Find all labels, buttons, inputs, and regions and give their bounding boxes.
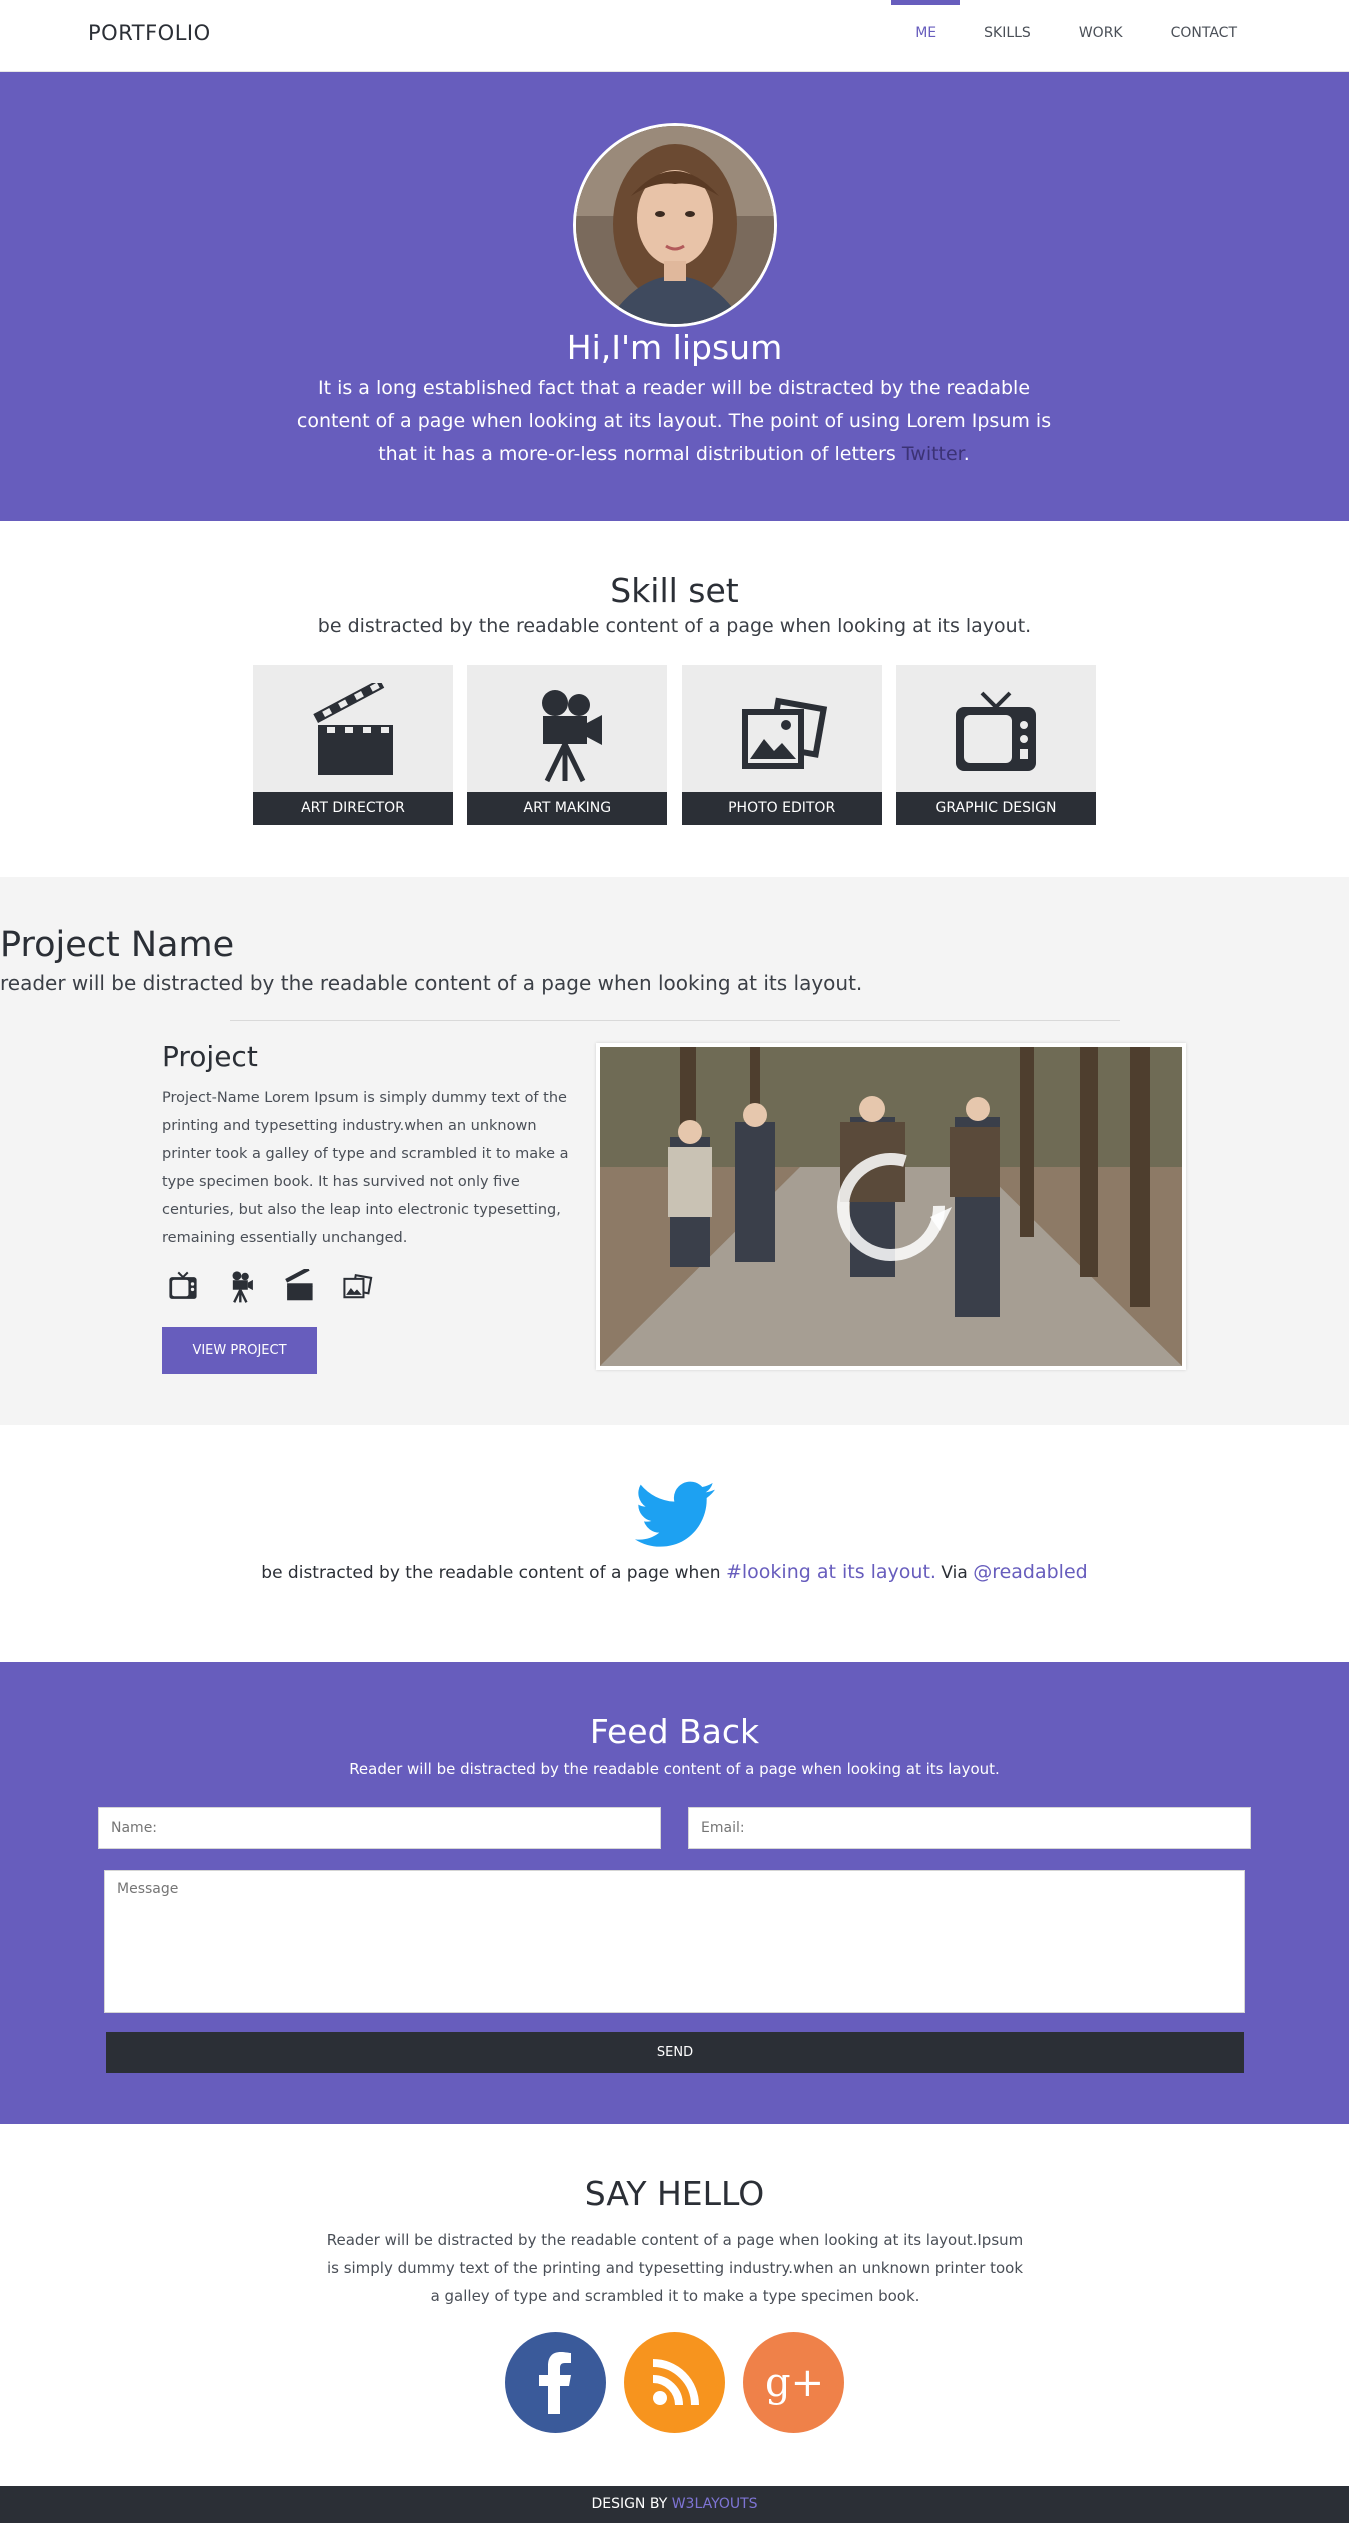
rss-icon[interactable] [624, 2332, 725, 2433]
project-subtitle: reader will be distracted by the readabl… [0, 971, 863, 995]
clapperboard-icon [282, 1267, 316, 1303]
hero-section: Hi,I'm lipsum It is a long established f… [0, 72, 1349, 521]
brand-logo[interactable]: PORTFOLIO [88, 21, 211, 45]
skill-label: PHOTO EDITOR [681, 792, 882, 825]
tweet-body: be distracted by the readable content of… [261, 1563, 726, 1583]
top-navbar: PORTFOLIO ME SKILLS WORK CONTACT [0, 0, 1349, 72]
twitter-bird-icon[interactable] [635, 1480, 715, 1550]
tweet-via: Via [935, 1563, 974, 1583]
skill-card-photo-editor[interactable]: PHOTO EDITOR [681, 665, 882, 825]
nav-menu: ME SKILLS WORK CONTACT [891, 0, 1261, 72]
skills-section: Skill set be distracted by the readable … [0, 521, 1349, 877]
say-hello-title: SAY HELLO [584, 2174, 765, 2213]
nav-item-me[interactable]: ME [891, 0, 961, 72]
skill-label: GRAPHIC DESIGN [895, 792, 1096, 825]
feedback-title: Feed Back [589, 1712, 760, 1751]
email-field[interactable] [688, 1807, 1251, 1849]
television-icon [166, 1269, 200, 1303]
tweet-text: be distracted by the readable content of… [0, 1561, 1349, 1583]
skills-grid: ART DIRECTOR ART MAKING PHOTO EDITOR GRA… [253, 665, 1096, 825]
project-heading: Project [162, 1040, 258, 1073]
project-image[interactable] [596, 1043, 1186, 1370]
skills-title: Skill set [610, 571, 739, 610]
skill-label: ART MAKING [467, 792, 668, 825]
project-description: Project-Name Lorem Ipsum is simply dummy… [162, 1090, 569, 1246]
skill-label: ART DIRECTOR [253, 792, 453, 825]
twitter-section: be distracted by the readable content of… [0, 1425, 1349, 1662]
facebook-icon[interactable] [505, 2332, 606, 2433]
tweet-hashtag-link[interactable]: #looking at its layout. [726, 1561, 936, 1583]
say-hello-section: SAY HELLO Reader will be distracted by t… [0, 2124, 1349, 2486]
photos-icon [732, 683, 832, 783]
skill-card-art-director[interactable]: ART DIRECTOR [253, 665, 453, 825]
svg-text:g+: g+ [765, 2360, 824, 2406]
hero-text-end: . [963, 443, 970, 465]
project-section: Project Name reader will be distracted b… [0, 877, 1349, 1425]
project-title: Project Name [0, 925, 235, 965]
footer-link[interactable]: W3LAYOUTS [672, 2496, 758, 2512]
view-project-button[interactable]: VIEW PROJECT [162, 1327, 317, 1374]
nav-item-work[interactable]: WORK [1055, 0, 1147, 72]
television-icon [946, 683, 1046, 783]
clapperboard-icon [303, 678, 403, 783]
feedback-subtitle: Reader will be distracted by the readabl… [349, 1760, 1000, 1778]
feedback-section: Feed Back Reader will be distracted by t… [0, 1662, 1349, 2124]
nav-item-contact[interactable]: CONTACT [1147, 0, 1261, 72]
twitter-link[interactable]: Twitter [902, 443, 964, 465]
nav-item-skills[interactable]: SKILLS [960, 0, 1055, 72]
skill-card-graphic-design[interactable]: GRAPHIC DESIGN [895, 665, 1096, 825]
name-field[interactable] [98, 1807, 661, 1849]
skills-subtitle: be distracted by the readable content of… [317, 615, 1032, 637]
hero-title: Hi,I'm lipsum [566, 328, 783, 367]
social-links: g+ [505, 2332, 844, 2433]
send-button[interactable]: SEND [106, 2032, 1244, 2073]
footer-credit: DESIGN BY [591, 2496, 672, 2512]
divider [230, 1020, 1120, 1021]
project-icons [166, 1267, 374, 1303]
movie-camera-icon [517, 683, 617, 783]
skill-card-art-making[interactable]: ART MAKING [467, 665, 668, 825]
footer: DESIGN BY W3LAYOUTS [0, 2486, 1349, 2523]
message-field[interactable] [104, 1870, 1245, 2013]
say-hello-text: Reader will be distracted by the readabl… [326, 2231, 1024, 2305]
movie-camera-icon [224, 1269, 258, 1303]
photos-icon [340, 1269, 374, 1303]
avatar [573, 123, 777, 327]
google-plus-icon[interactable]: g+ [743, 2332, 844, 2433]
tweet-handle-link[interactable]: @readabled [973, 1561, 1088, 1583]
hero-text: It is a long established fact that a rea… [284, 372, 1064, 471]
